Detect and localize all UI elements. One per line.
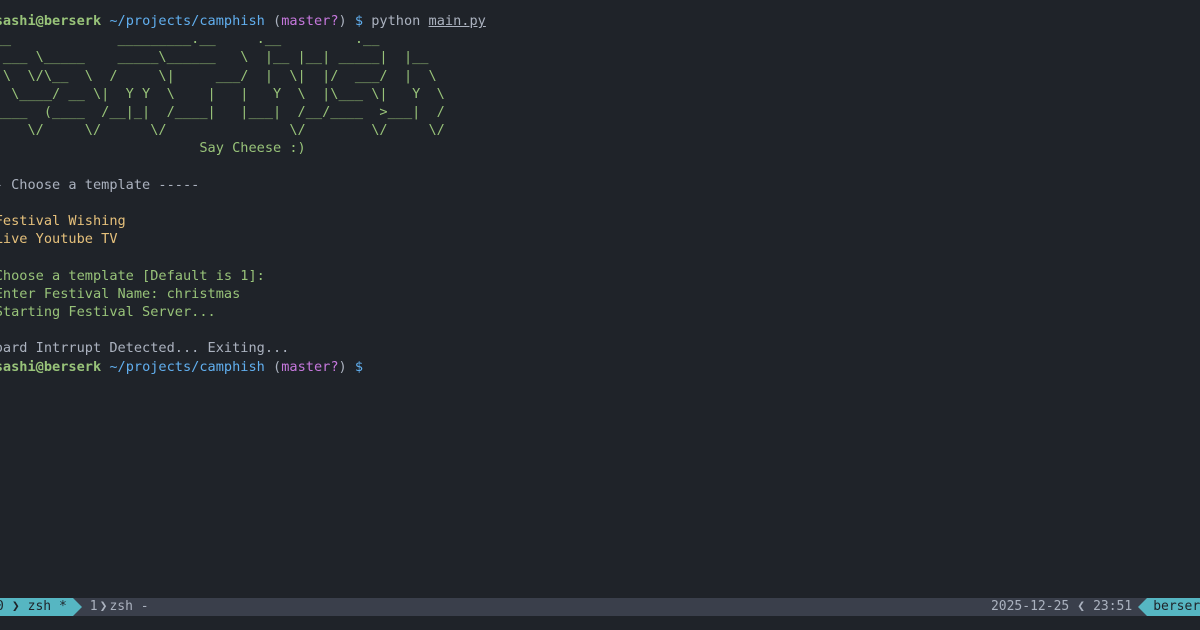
window2-index: 1: [89, 599, 98, 614]
prompt-user: musashi@berserk: [0, 358, 102, 375]
status-host: berserk: [1147, 598, 1200, 616]
chevron-right-icon: ❯: [99, 599, 108, 614]
template-option-2: [2] Live Youtube TV: [0, 231, 118, 248]
session-index-label: 0: [0, 598, 4, 616]
git-branch: master: [281, 13, 331, 29]
powerline-arrow-icon: [72, 598, 82, 616]
git-branch: master: [281, 358, 331, 375]
branch-open: (: [273, 13, 282, 29]
prompt-symbol: $: [354, 13, 364, 29]
template-prompt: [+] Choose a template [Default is 1]:: [0, 267, 265, 284]
powerline-arrow-icon: [1138, 598, 1148, 616]
window2-name: zsh: [109, 599, 133, 614]
banner-tagline: Say Cheese :): [199, 140, 306, 157]
session-index[interactable]: 0: [0, 598, 10, 616]
banner-line: \ \____/ __ \| Y Y \ | | Y \ |\___ \| Y …: [0, 85, 445, 102]
banner-line: \/ \/ \/ \/ \/ \/: [0, 122, 445, 139]
branch-close: ): [338, 13, 347, 29]
banner-line: \_ ___ \_____ _____\______ \ |__ |__| __…: [0, 49, 429, 66]
window-tab[interactable]: 1 ❯ zsh -: [82, 598, 155, 616]
window-bottom-edge: [0, 616, 1200, 630]
status-time: 23:51: [1093, 599, 1133, 614]
terminal-output[interactable]: musashi@berserk ~/projects/camphish (mas…: [0, 12, 1200, 597]
banner-line: \______ (____ /__|_| /____| |___| /__/__…: [0, 103, 445, 120]
prompt-line[interactable]: musashi@berserk ~/projects/camphish (mas…: [0, 358, 1200, 376]
banner-line: / \ \/\__ \ / \| ___/ | \| |/ ___/ | \: [0, 67, 437, 84]
command-name: python: [371, 13, 421, 29]
branch-close: ): [338, 358, 347, 375]
status-date: 2025-12-25: [990, 599, 1070, 614]
prompt-user: musashi@berserk: [0, 13, 102, 29]
git-dirty-flag: ?: [330, 358, 339, 375]
window-tab-active[interactable]: zsh *: [21, 598, 73, 616]
server-start-message: [+] Starting Festival Server...: [0, 304, 216, 320]
festival-name-input: [+] Enter Festival Name: christmas: [0, 285, 241, 302]
chevron-right-icon: ❯: [9, 598, 22, 616]
template-option-1: [1] Festival Wishing: [0, 213, 126, 230]
exit-message: Keyboard Intrrupt Detected... Exiting...: [0, 340, 290, 357]
window-active-flag: *: [58, 599, 67, 614]
command-arg[interactable]: main.py: [429, 13, 486, 29]
window2-flag: -: [140, 599, 149, 614]
branch-open: (: [273, 358, 282, 375]
prompt-path: ~/projects/camphish: [109, 13, 265, 29]
prompt-path: ~/projects/camphish: [109, 358, 265, 375]
status-left: 0 ❯ zsh * 1❯zsh -: [0, 598, 155, 616]
tmux-status-bar: 0 ❯ zsh * 1❯zsh - 2025-12-25 ❮ 23:51 ber…: [0, 598, 1200, 616]
git-dirty-flag: ?: [330, 13, 339, 29]
section-header: ----- Choose a template -----: [0, 176, 200, 193]
chevron-left-icon: ❮: [1077, 599, 1086, 614]
banner-line: ______ _________.__ .__ .__: [0, 31, 380, 48]
window-active-name: zsh: [27, 599, 52, 614]
prompt-symbol: $: [354, 358, 364, 375]
prompt-line: musashi@berserk ~/projects/camphish (mas…: [0, 12, 1200, 30]
status-right: 2025-12-25 ❮ 23:51 berserk: [985, 598, 1200, 616]
